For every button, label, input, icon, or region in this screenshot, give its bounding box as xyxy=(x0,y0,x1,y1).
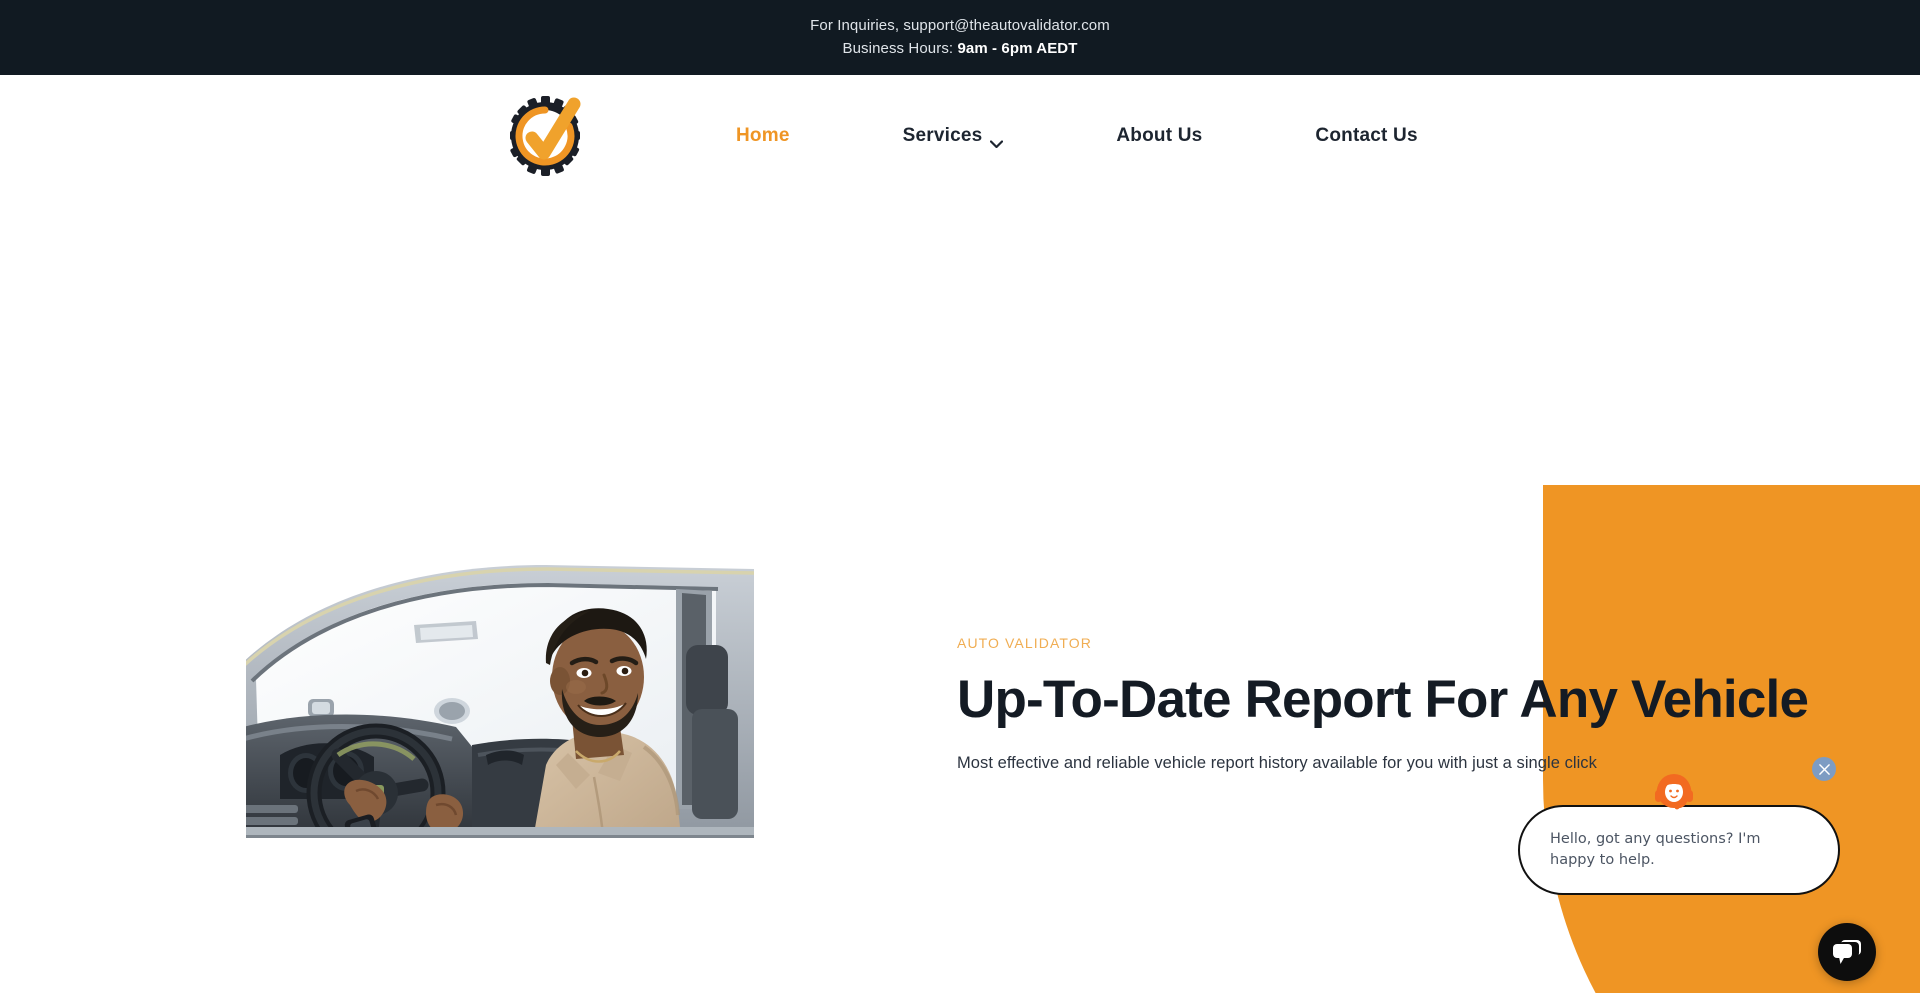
top-utility-bar: For Inquiries, support@theautovalidator.… xyxy=(0,0,1920,75)
close-icon xyxy=(1818,763,1830,775)
headset-agent-icon xyxy=(1655,774,1693,810)
business-hours-label: Business Hours: xyxy=(842,39,958,57)
hero-eyebrow: AUTO VALIDATOR xyxy=(957,635,1092,651)
chevron-down-icon xyxy=(990,132,1004,149)
chat-greeting-bubble[interactable]: Hello, got any questions? I'm happy to h… xyxy=(1518,805,1840,895)
hero-image-driver xyxy=(246,559,754,845)
chat-close-button[interactable] xyxy=(1812,757,1836,781)
inquiries-text: For Inquiries, support@theautovalidator.… xyxy=(810,17,1110,34)
nav-item-home[interactable]: Home xyxy=(736,119,790,153)
nav-item-about-us-label: About Us xyxy=(1116,125,1203,146)
chat-bubbles-icon xyxy=(1833,939,1861,964)
nav-item-services[interactable]: Services xyxy=(903,119,1004,153)
nav-item-contact-us[interactable]: Contact Us xyxy=(1315,119,1417,153)
nav-item-contact-us-label: Contact Us xyxy=(1315,125,1418,146)
page-title: Up-To-Date Report For Any Vehicle xyxy=(957,670,1809,729)
auto-validator-logo[interactable] xyxy=(506,90,584,182)
chat-launcher-button[interactable] xyxy=(1818,923,1876,981)
business-hours-text: Business Hours: 9am - 6pm AEDT xyxy=(842,39,1078,58)
chat-widget: Hello, got any questions? I'm happy to h… xyxy=(1500,743,1920,993)
site-header: Home Services About Us Contact Us xyxy=(0,75,1920,197)
nav-item-services-label: Services xyxy=(902,125,983,146)
business-hours-value: 9am - 6pm AEDT xyxy=(957,39,1078,57)
main-navigation: Home Services About Us Contact Us xyxy=(736,119,1418,153)
nav-item-about-us[interactable]: About Us xyxy=(1116,119,1202,153)
nav-item-home-label: Home xyxy=(736,125,790,146)
logo-icon xyxy=(510,96,581,176)
chat-greeting-text: Hello, got any questions? I'm happy to h… xyxy=(1550,831,1761,868)
chat-agent-avatar xyxy=(1652,771,1696,815)
